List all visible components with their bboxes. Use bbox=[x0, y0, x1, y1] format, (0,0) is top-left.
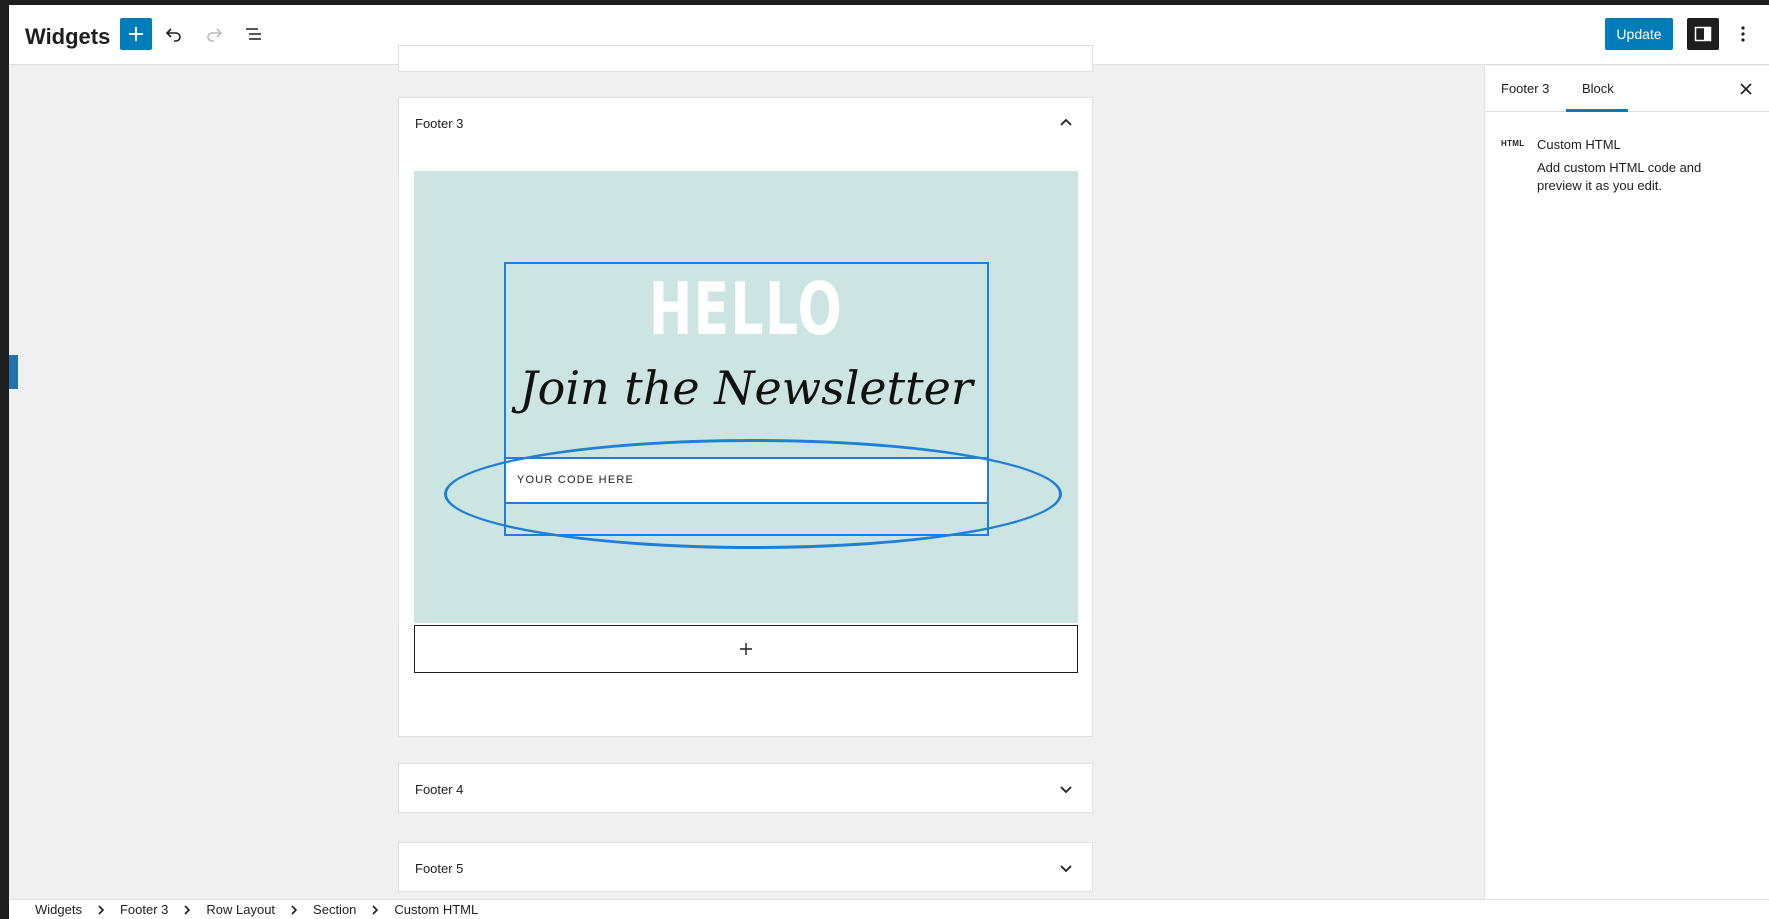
widget-area-footer-5[interactable]: Footer 5 bbox=[398, 842, 1093, 892]
widget-area-title: Footer 3 bbox=[415, 115, 464, 131]
block-appender-button[interactable] bbox=[414, 625, 1078, 673]
breadcrumb-item[interactable]: Widgets bbox=[35, 902, 82, 917]
breadcrumb-item[interactable]: Section bbox=[313, 902, 356, 917]
widget-area-footer-3: Footer 3 HELLO Join the Newsletter YOUR … bbox=[398, 97, 1093, 737]
redo-button[interactable] bbox=[198, 18, 230, 50]
plus-icon bbox=[129, 27, 143, 41]
active-tab-indicator bbox=[1566, 109, 1628, 112]
html-block-icon: HTML bbox=[1501, 139, 1525, 148]
widget-area-header[interactable]: Footer 4 bbox=[399, 764, 1092, 814]
chevron-up-icon[interactable] bbox=[1056, 113, 1076, 133]
block-breadcrumb: Widgets Footer 3 Row Layout Section Cust… bbox=[9, 899, 1769, 919]
close-icon bbox=[1740, 83, 1752, 95]
list-view-icon bbox=[246, 28, 261, 40]
page-title: Widgets bbox=[25, 24, 111, 49]
widgets-editor: Widgets Update Footer 3 HELLO Join the N… bbox=[9, 5, 1769, 919]
breadcrumb-item: Custom HTML bbox=[394, 902, 479, 917]
tab-block[interactable]: Block bbox=[1582, 81, 1614, 96]
widget-area-card bbox=[398, 45, 1093, 72]
settings-sidebar: Footer 3 Block HTML Custom HTML Add cust… bbox=[1484, 66, 1769, 899]
undo-icon bbox=[165, 28, 181, 42]
close-sidebar-button[interactable] bbox=[1735, 78, 1757, 100]
tab-footer-3[interactable]: Footer 3 bbox=[1501, 81, 1549, 96]
chevron-down-icon[interactable] bbox=[1056, 858, 1076, 878]
widget-area-header[interactable]: Footer 3 bbox=[399, 98, 1092, 148]
chevron-right-icon bbox=[96, 904, 106, 915]
chevron-right-icon bbox=[289, 904, 299, 915]
add-block-button[interactable] bbox=[120, 18, 152, 50]
highlight-circle-annotation bbox=[444, 439, 1062, 549]
plus-icon bbox=[740, 643, 752, 655]
breadcrumb-item[interactable]: Footer 3 bbox=[120, 902, 168, 917]
widget-area-title: Footer 5 bbox=[415, 860, 464, 876]
widget-area-footer-4[interactable]: Footer 4 bbox=[398, 763, 1093, 813]
breadcrumb-item[interactable]: Row Layout bbox=[206, 902, 275, 917]
sidebar-settings-icon bbox=[1694, 26, 1712, 42]
chevron-right-icon bbox=[370, 904, 380, 915]
options-button[interactable] bbox=[1731, 18, 1755, 50]
widget-area-title: Footer 4 bbox=[415, 781, 464, 797]
block-card-description: Add custom HTML code and preview it as y… bbox=[1537, 160, 1702, 193]
undo-button[interactable] bbox=[158, 18, 190, 50]
chevron-down-icon[interactable] bbox=[1056, 779, 1076, 799]
settings-toggle-button[interactable] bbox=[1687, 18, 1719, 50]
redo-icon bbox=[207, 28, 223, 42]
collapse-handle[interactable] bbox=[9, 355, 18, 389]
newsletter-section[interactable]: HELLO Join the Newsletter YOUR CODE HERE bbox=[414, 171, 1078, 623]
sidebar-tabs: Footer 3 Block bbox=[1485, 66, 1769, 112]
block-card-title: Custom HTML bbox=[1537, 137, 1621, 152]
chevron-right-icon bbox=[182, 904, 192, 915]
update-button[interactable]: Update bbox=[1605, 18, 1673, 50]
more-vertical-icon bbox=[1741, 26, 1745, 42]
widget-area-header[interactable]: Footer 5 bbox=[399, 843, 1092, 893]
list-view-button[interactable] bbox=[238, 18, 270, 50]
